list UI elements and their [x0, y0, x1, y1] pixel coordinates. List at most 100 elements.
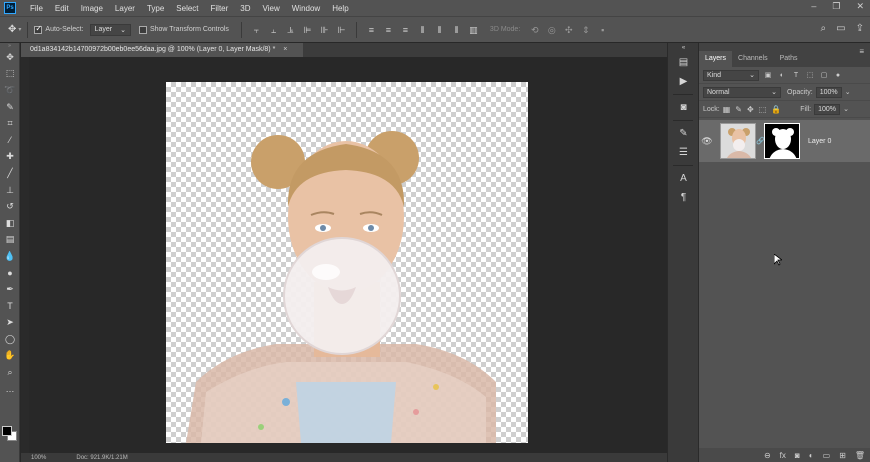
align-left-icon[interactable]: ⊫ — [302, 25, 313, 35]
gradient-icon[interactable]: ▤ — [0, 232, 20, 249]
distribute-hcenter-icon[interactable]: ⦀ — [434, 25, 445, 35]
menu-edit[interactable]: Edit — [49, 4, 75, 13]
tab-channels[interactable]: Channels — [732, 51, 774, 67]
visibility-eye-icon[interactable]: 👁 — [699, 136, 715, 147]
character-panel-icon[interactable]: A — [668, 169, 699, 188]
crop-icon[interactable]: ⌗ — [0, 115, 20, 132]
hand-icon[interactable]: ✋ — [0, 348, 20, 365]
3d-roll-icon[interactable]: ◎ — [546, 25, 557, 35]
align-right-icon[interactable]: ⊩ — [336, 25, 347, 35]
type-icon[interactable]: T — [0, 298, 20, 315]
menu-3d[interactable]: 3D — [234, 4, 256, 13]
share-icon[interactable]: ⇪ — [856, 23, 864, 34]
close-tab-icon[interactable]: × — [283, 46, 287, 53]
minimize-icon[interactable]: – — [811, 1, 816, 12]
shape-filter-icon[interactable]: ⬚ — [805, 71, 815, 80]
distribute-top-icon[interactable]: ≡ — [366, 25, 377, 35]
restore-icon[interactable]: ❐ — [832, 1, 840, 12]
adjustments-panel-icon[interactable]: ◙ — [668, 98, 699, 117]
layer-thumbnail[interactable] — [720, 123, 756, 159]
delete-layer-icon[interactable]: 🗑 — [855, 451, 865, 460]
menu-view[interactable]: View — [257, 4, 286, 13]
menu-layer[interactable]: Layer — [109, 4, 141, 13]
menu-window[interactable]: Window — [286, 4, 326, 13]
lock-position-icon[interactable]: ✥ — [747, 105, 754, 114]
adjustment-filter-icon[interactable]: ◐ — [777, 71, 787, 80]
layer-style-icon[interactable]: fx — [780, 451, 786, 460]
auto-select-target-dropdown[interactable]: Layer ⌄ — [89, 23, 131, 36]
layer-name[interactable]: Layer 0 — [808, 138, 831, 145]
chevron-down-icon[interactable]: ⌄ — [845, 88, 851, 96]
pen-icon[interactable]: ✒ — [0, 281, 20, 298]
document-canvas[interactable] — [166, 82, 528, 443]
layer-row[interactable]: 👁 🔗 Layer 0 — [699, 120, 870, 162]
distribute-center-icon[interactable]: ≡ — [383, 25, 394, 35]
move-icon[interactable]: ✥ — [0, 49, 20, 66]
menu-help[interactable]: Help — [326, 4, 354, 13]
foreground-color[interactable] — [2, 426, 12, 436]
healing-icon[interactable]: ✚ — [0, 149, 20, 166]
blur-icon[interactable]: 💧 — [0, 248, 20, 265]
filter-kind-dropdown[interactable]: Kind ⌄ — [703, 69, 759, 81]
align-top-icon[interactable]: ⫟ — [251, 25, 262, 35]
collapse-icon[interactable]: « — [668, 43, 699, 53]
history-brush-icon[interactable]: ↺ — [0, 198, 20, 215]
eyedropper-icon[interactable]: ⁄ — [0, 132, 20, 149]
link-layers-icon[interactable]: ⊖ — [764, 451, 771, 460]
tab-paths[interactable]: Paths — [774, 51, 804, 67]
tab-layers[interactable]: Layers — [699, 51, 733, 67]
3d-scale-icon[interactable]: ▪ — [597, 25, 608, 35]
stamp-icon[interactable]: ⊥ — [0, 182, 20, 199]
align-horizontal-center-icon[interactable]: ⊪ — [319, 25, 330, 35]
paragraph-panel-icon[interactable]: ¶ — [668, 188, 699, 207]
opacity-field[interactable]: 100% — [815, 86, 842, 98]
history-panel-icon[interactable]: ▤ — [668, 53, 699, 72]
menu-select[interactable]: Select — [170, 4, 204, 13]
chevron-down-icon[interactable]: ⌄ — [843, 105, 849, 113]
close-icon[interactable]: ✕ — [856, 1, 864, 12]
dodge-icon[interactable]: ● — [0, 265, 20, 282]
actions-panel-icon[interactable]: ▶ — [668, 72, 699, 91]
mask-link-icon[interactable]: 🔗 — [756, 137, 765, 145]
brush-icon[interactable]: ╱ — [0, 165, 20, 182]
lock-image-icon[interactable]: ✎ — [735, 105, 742, 114]
new-layer-icon[interactable]: ⊞ — [839, 451, 846, 460]
distribute-left-icon[interactable]: ⦀ — [417, 25, 428, 35]
lock-artboard-icon[interactable]: ⬚ — [759, 105, 767, 114]
pixel-filter-icon[interactable]: ▣ — [763, 71, 773, 80]
ellipse-icon[interactable]: ◯ — [0, 331, 20, 348]
type-filter-icon[interactable]: T — [791, 71, 801, 80]
menu-type[interactable]: Type — [141, 4, 170, 13]
menu-filter[interactable]: Filter — [205, 4, 235, 13]
adjustment-layer-icon[interactable]: ◐ — [809, 451, 814, 460]
auto-select-checkbox[interactable] — [34, 24, 43, 34]
eraser-icon[interactable]: ◧ — [0, 215, 20, 232]
show-transform-checkbox[interactable] — [138, 25, 147, 34]
distribute-right-icon[interactable]: ⦀ — [451, 25, 462, 35]
properties-panel-icon[interactable]: ☰ — [668, 143, 699, 162]
lock-transparent-icon[interactable]: ▦ — [723, 105, 731, 114]
document-tab[interactable]: 0d1a834142b14700972b00eb0ee56daa.jpg @ 1… — [21, 43, 303, 57]
blend-mode-dropdown[interactable]: Normal ⌄ — [703, 86, 781, 98]
path-select-icon[interactable]: ➤ — [0, 315, 20, 332]
menu-file[interactable]: File — [24, 4, 49, 13]
distribute-bottom-icon[interactable]: ≡ — [400, 25, 411, 35]
3d-drag-icon[interactable]: ✣ — [563, 25, 574, 35]
search-icon[interactable]: ⌕ — [821, 23, 827, 34]
add-mask-icon[interactable]: ◙ — [795, 451, 800, 460]
marquee-icon[interactable]: ⬚ — [0, 66, 20, 83]
3d-rotate-icon[interactable]: ⟲ — [529, 25, 540, 35]
auto-align-icon[interactable]: ▥ — [468, 25, 479, 35]
brush-settings-icon[interactable]: ✎ — [668, 124, 699, 143]
new-group-icon[interactable]: ▭ — [823, 451, 831, 460]
more-icon[interactable]: … — [0, 381, 20, 398]
lock-all-icon[interactable]: 🔒 — [771, 105, 781, 114]
3d-slide-icon[interactable]: ⇕ — [580, 25, 591, 35]
workspace-icon[interactable]: ▭ — [836, 23, 845, 34]
color-swatches[interactable] — [2, 426, 18, 442]
menu-image[interactable]: Image — [75, 4, 109, 13]
smart-object-filter-icon[interactable]: ▢ — [819, 71, 829, 80]
panel-menu-icon[interactable]: ≡ — [859, 47, 864, 56]
align-vertical-center-icon[interactable]: ⫠ — [268, 25, 279, 35]
zoom-icon[interactable]: ⌕ — [0, 364, 20, 381]
